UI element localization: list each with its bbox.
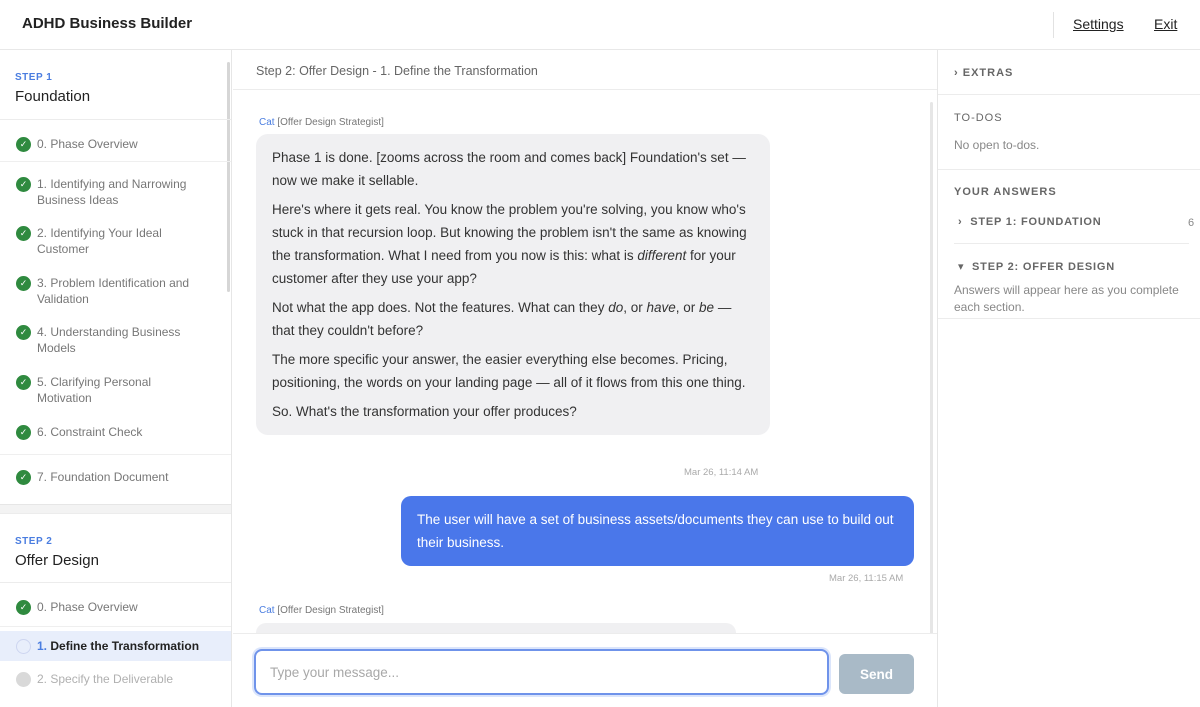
pending-icon [16, 672, 31, 687]
sidebar-item-label: 5. Clarifying Personal Motivation [37, 375, 152, 405]
chevron-right-icon: › [954, 67, 959, 79]
sidebar-item-constraint-check[interactable]: ✓ 6. Constraint Check [0, 424, 231, 440]
message-paragraph: So. What's the transformation your offer… [272, 404, 577, 419]
sidebar-item-number: 1. [37, 639, 48, 653]
sidebar-item-define-transformation[interactable]: 1. Define the Transformation [0, 631, 231, 661]
check-icon: ✓ [16, 600, 31, 615]
sidebar-item-label: Define the Transformation [50, 639, 200, 653]
todos-title: TO-DOS [954, 112, 1003, 124]
step-separator [0, 504, 231, 514]
divider [938, 169, 1200, 170]
sender-name: Cat [259, 117, 275, 128]
divider [938, 318, 1200, 319]
sidebar-item-label: 6. Constraint Check [37, 425, 143, 439]
answers-step-2-toggle[interactable]: ▾ STEP 2: OFFER DESIGN [958, 260, 1115, 273]
divider [938, 94, 1200, 95]
message-timestamp: Mar 26, 11:15 AM [829, 573, 904, 584]
message-paragraph: Not what the app does. Not the features.… [272, 300, 732, 338]
answers-step-2-label: STEP 2: OFFER DESIGN [972, 261, 1115, 273]
sidebar-item-label: 3. Problem Identification and Validation [37, 276, 190, 306]
sidebar-item-label: 4. Understanding Business Models [37, 325, 181, 355]
sidebar-item-ideal-customer[interactable]: ✓ 2. Identifying Your Ideal Customer [0, 225, 231, 257]
message-sender: Cat [Offer Design Strategist] [259, 605, 384, 616]
message-input[interactable] [254, 649, 829, 695]
step-1-label: STEP 1 [15, 72, 53, 83]
in-progress-icon [16, 639, 31, 654]
answers-step-1-toggle[interactable]: › STEP 1: FOUNDATION [958, 216, 1102, 228]
settings-link[interactable]: Settings [1073, 16, 1124, 32]
sidebar-item-specify-deliverable[interactable]: 2. Specify the Deliverable [0, 671, 231, 687]
breadcrumb: Step 2: Offer Design - 1. Define the Tra… [233, 50, 937, 90]
step-2-label: STEP 2 [15, 536, 53, 547]
sender-role: [Offer Design Strategist] [277, 117, 384, 128]
composer: Send [233, 633, 937, 707]
message-paragraph: Phase 1 is done. [zooms across the room … [272, 150, 746, 188]
message-sender: Cat [Offer Design Strategist] [259, 117, 384, 128]
check-icon: ✓ [16, 325, 31, 340]
check-icon: ✓ [16, 137, 31, 152]
message-timestamp: Mar 26, 11:14 AM [684, 467, 759, 478]
divider [0, 626, 231, 627]
sidebar-item-personal-motivation[interactable]: ✓ 5. Clarifying Personal Motivation [0, 374, 231, 406]
assistant-message-partial [256, 623, 736, 633]
top-bar: ADHD Business Builder Settings Exit [0, 0, 1200, 50]
answers-title: YOUR ANSWERS [954, 186, 1057, 198]
sidebar-item-label: 7. Foundation Document [37, 470, 169, 484]
sidebar-item-label: 0. Phase Overview [37, 137, 138, 151]
check-icon: ✓ [16, 425, 31, 440]
chat-panel: Step 2: Offer Design - 1. Define the Tra… [233, 50, 937, 707]
app-title: ADHD Business Builder [22, 15, 193, 32]
sidebar-item-business-models[interactable]: ✓ 4. Understanding Business Models [0, 324, 231, 356]
extras-toggle[interactable]: › EXTRAS [954, 67, 1013, 79]
divider [0, 454, 231, 455]
check-icon: ✓ [16, 276, 31, 291]
sidebar: STEP 1 Foundation ✓ 0. Phase Overview ✓ … [0, 50, 232, 707]
chevron-down-icon: ▾ [958, 261, 965, 273]
message-paragraph: The more specific your answer, the easie… [272, 352, 746, 390]
right-panel: › EXTRAS TO-DOS No open to-dos. YOUR ANS… [937, 50, 1200, 707]
step-1-header: STEP 1 Foundation [0, 72, 231, 105]
chevron-right-icon: › [958, 216, 963, 228]
step-1-title: Foundation [15, 88, 91, 105]
sidebar-item-phase-overview[interactable]: ✓ 0. Phase Overview [0, 136, 231, 152]
step-2-header: STEP 2 Offer Design [0, 536, 231, 569]
sidebar-item-business-ideas[interactable]: ✓ 1. Identifying and Narrowing Business … [0, 176, 231, 208]
divider [0, 582, 231, 583]
send-button[interactable]: Send [839, 654, 914, 694]
sidebar-item-label: 1. Identifying and Narrowing Business Id… [37, 177, 187, 207]
todos-empty-text: No open to-dos. [954, 138, 1040, 152]
check-icon: ✓ [16, 226, 31, 241]
answers-step-1-count: 6 [1188, 217, 1195, 229]
divider [0, 161, 231, 162]
extras-label: EXTRAS [962, 67, 1014, 79]
sidebar-item-problem-identification[interactable]: ✓ 3. Problem Identification and Validati… [0, 275, 231, 307]
sidebar-item-label: 2. Specify the Deliverable [37, 672, 174, 686]
check-icon: ✓ [16, 470, 31, 485]
sidebar-item-label: 2. Identifying Your Ideal Customer [37, 226, 162, 256]
assistant-message: Phase 1 is done. [zooms across the room … [256, 134, 770, 435]
user-message: The user will have a set of business ass… [401, 496, 914, 566]
sender-role: [Offer Design Strategist] [277, 605, 384, 616]
message-paragraph: Here's where it gets real. You know the … [272, 202, 747, 286]
divider [0, 119, 231, 120]
check-icon: ✓ [16, 177, 31, 192]
sidebar-item-foundation-document[interactable]: ✓ 7. Foundation Document [0, 469, 231, 485]
sidebar-item-label: 0. Phase Overview [37, 600, 138, 614]
divider [954, 243, 1189, 244]
exit-link[interactable]: Exit [1154, 16, 1177, 32]
answers-step-2-empty-text: Answers will appear here as you complete… [954, 283, 1179, 314]
chat-scrollbar[interactable] [930, 102, 933, 642]
check-icon: ✓ [16, 375, 31, 390]
sender-name: Cat [259, 605, 275, 616]
sidebar-item-offer-phase-overview[interactable]: ✓ 0. Phase Overview [0, 599, 231, 615]
answers-step-1-label: STEP 1: FOUNDATION [970, 216, 1102, 228]
step-2-title: Offer Design [15, 552, 99, 569]
top-bar-divider [1053, 12, 1054, 38]
